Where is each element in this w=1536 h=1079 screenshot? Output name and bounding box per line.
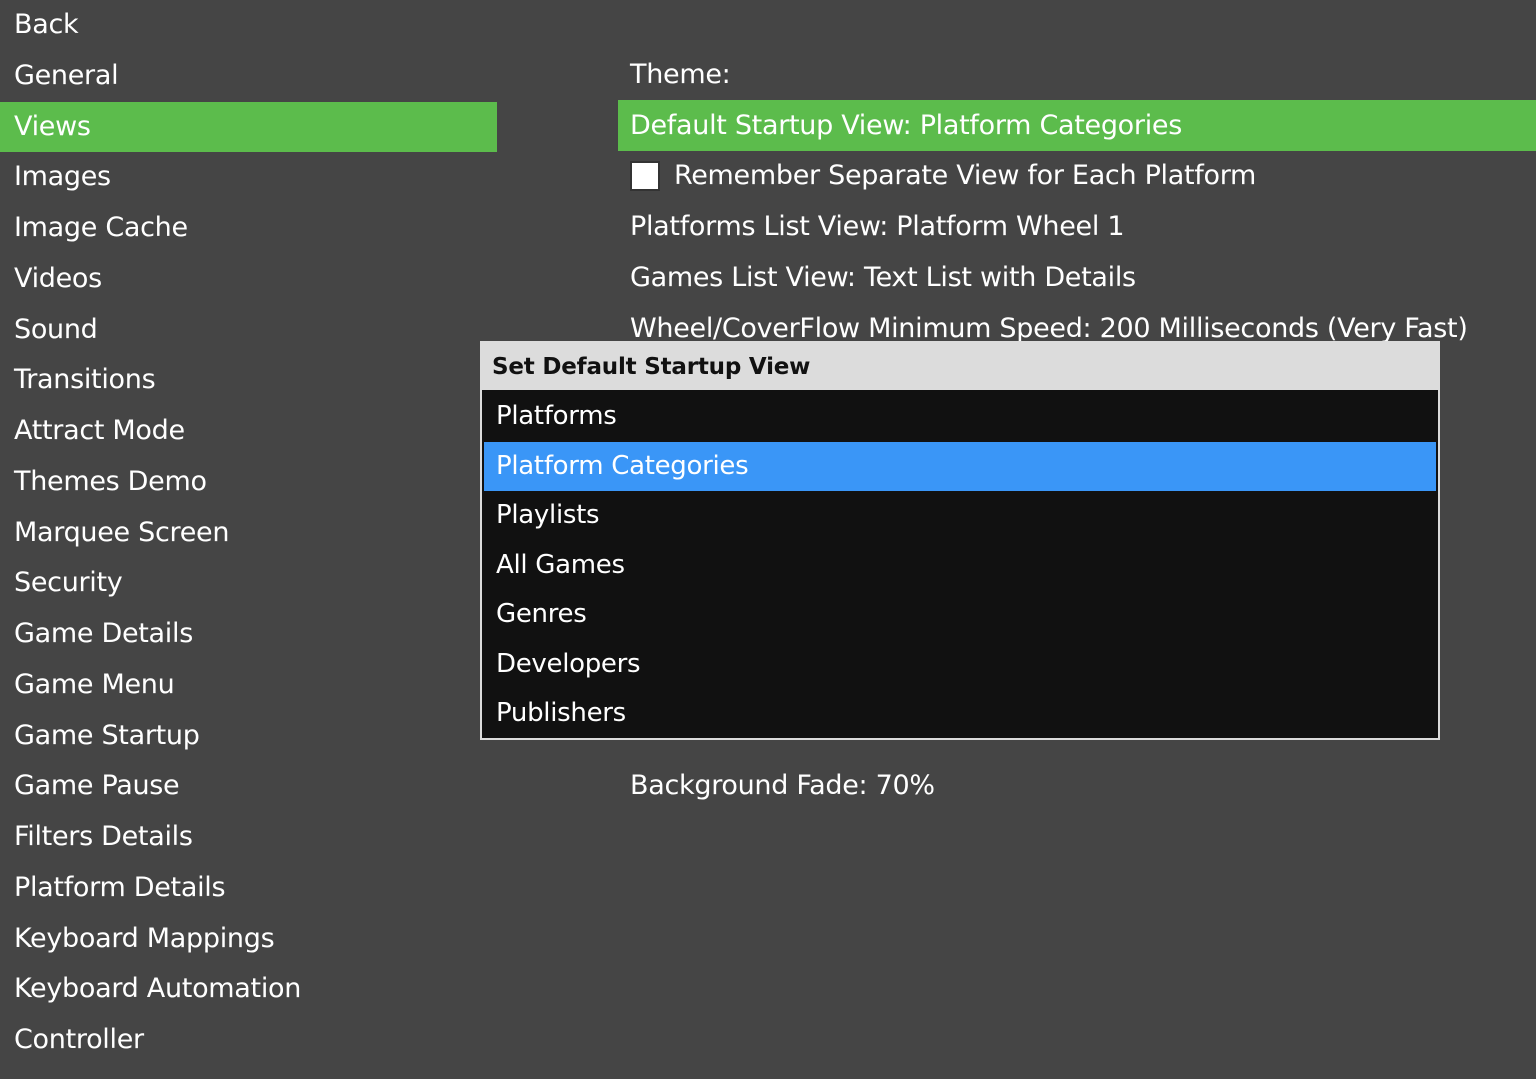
nav-item-game-details[interactable]: Game Details	[0, 609, 497, 660]
option-genres[interactable]: Genres	[484, 590, 1436, 640]
options-nav: Back General Views Images Image Cache Vi…	[0, 0, 497, 1066]
nav-item-back[interactable]: Back	[0, 0, 497, 51]
option-publishers[interactable]: Publishers	[484, 689, 1436, 738]
option-developers[interactable]: Developers	[484, 640, 1436, 690]
nav-item-sound[interactable]: Sound	[0, 305, 497, 356]
nav-item-videos[interactable]: Videos	[0, 254, 497, 305]
nav-item-platform-details[interactable]: Platform Details	[0, 863, 497, 914]
set-default-startup-view-dialog: Set Default Startup View Platforms Platf…	[480, 341, 1440, 740]
setting-default-startup-view-label: Default Startup View: Platform Categorie…	[630, 109, 1182, 141]
setting-background-fade[interactable]: Background Fade: 70%	[618, 760, 1536, 811]
nav-item-game-menu[interactable]: Game Menu	[0, 660, 497, 711]
setting-theme-label: Theme:	[630, 58, 731, 90]
nav-item-image-cache[interactable]: Image Cache	[0, 203, 497, 254]
nav-item-images[interactable]: Images	[0, 152, 497, 203]
views-settings-list: Theme: Default Startup View: Platform Ca…	[618, 49, 1536, 354]
views-settings-list-lower: Background Fade: 70%	[618, 760, 1536, 811]
option-playlists[interactable]: Playlists	[484, 491, 1436, 541]
nav-item-general[interactable]: General	[0, 51, 497, 102]
setting-remember-separate-view-label: Remember Separate View for Each Platform	[674, 160, 1257, 192]
option-platform-categories[interactable]: Platform Categories	[484, 441, 1436, 491]
nav-item-attract-mode[interactable]: Attract Mode	[0, 406, 497, 457]
nav-item-game-startup[interactable]: Game Startup	[0, 711, 497, 762]
setting-wheel-min-speed-label: Wheel/CoverFlow Minimum Speed: 200 Milli…	[630, 312, 1468, 344]
remember-separate-view-checkbox[interactable]	[630, 160, 660, 191]
setting-platforms-list-view[interactable]: Platforms List View: Platform Wheel 1	[618, 201, 1536, 252]
nav-item-views[interactable]: Views	[0, 101, 497, 153]
option-platforms[interactable]: Platforms	[484, 392, 1436, 442]
settings-screen: Back General Views Images Image Cache Vi…	[0, 0, 1536, 1079]
setting-default-startup-view[interactable]: Default Startup View: Platform Categorie…	[618, 99, 1536, 151]
setting-games-list-view-label: Games List View: Text List with Details	[630, 261, 1136, 293]
setting-platforms-list-view-label: Platforms List View: Platform Wheel 1	[630, 211, 1125, 243]
nav-item-keyboard-mappings[interactable]: Keyboard Mappings	[0, 914, 497, 965]
nav-item-filters-details[interactable]: Filters Details	[0, 812, 497, 863]
option-all-games[interactable]: All Games	[484, 541, 1436, 591]
nav-item-security[interactable]: Security	[0, 558, 497, 609]
nav-item-keyboard-automation[interactable]: Keyboard Automation	[0, 964, 497, 1015]
nav-item-themes-demo[interactable]: Themes Demo	[0, 457, 497, 508]
setting-theme[interactable]: Theme:	[618, 49, 1536, 100]
nav-item-marquee-screen[interactable]: Marquee Screen	[0, 508, 497, 559]
nav-item-controller[interactable]: Controller	[0, 1015, 497, 1066]
startup-view-options-list: Platforms Platform Categories Playlists …	[482, 390, 1438, 738]
setting-remember-separate-view[interactable]: Remember Separate View for Each Platform	[618, 151, 1536, 202]
nav-item-transitions[interactable]: Transitions	[0, 355, 497, 406]
nav-item-game-pause[interactable]: Game Pause	[0, 761, 497, 812]
setting-background-fade-label: Background Fade: 70%	[630, 769, 935, 801]
setting-games-list-view[interactable]: Games List View: Text List with Details	[618, 252, 1536, 303]
dialog-title: Set Default Startup View	[482, 343, 1438, 390]
